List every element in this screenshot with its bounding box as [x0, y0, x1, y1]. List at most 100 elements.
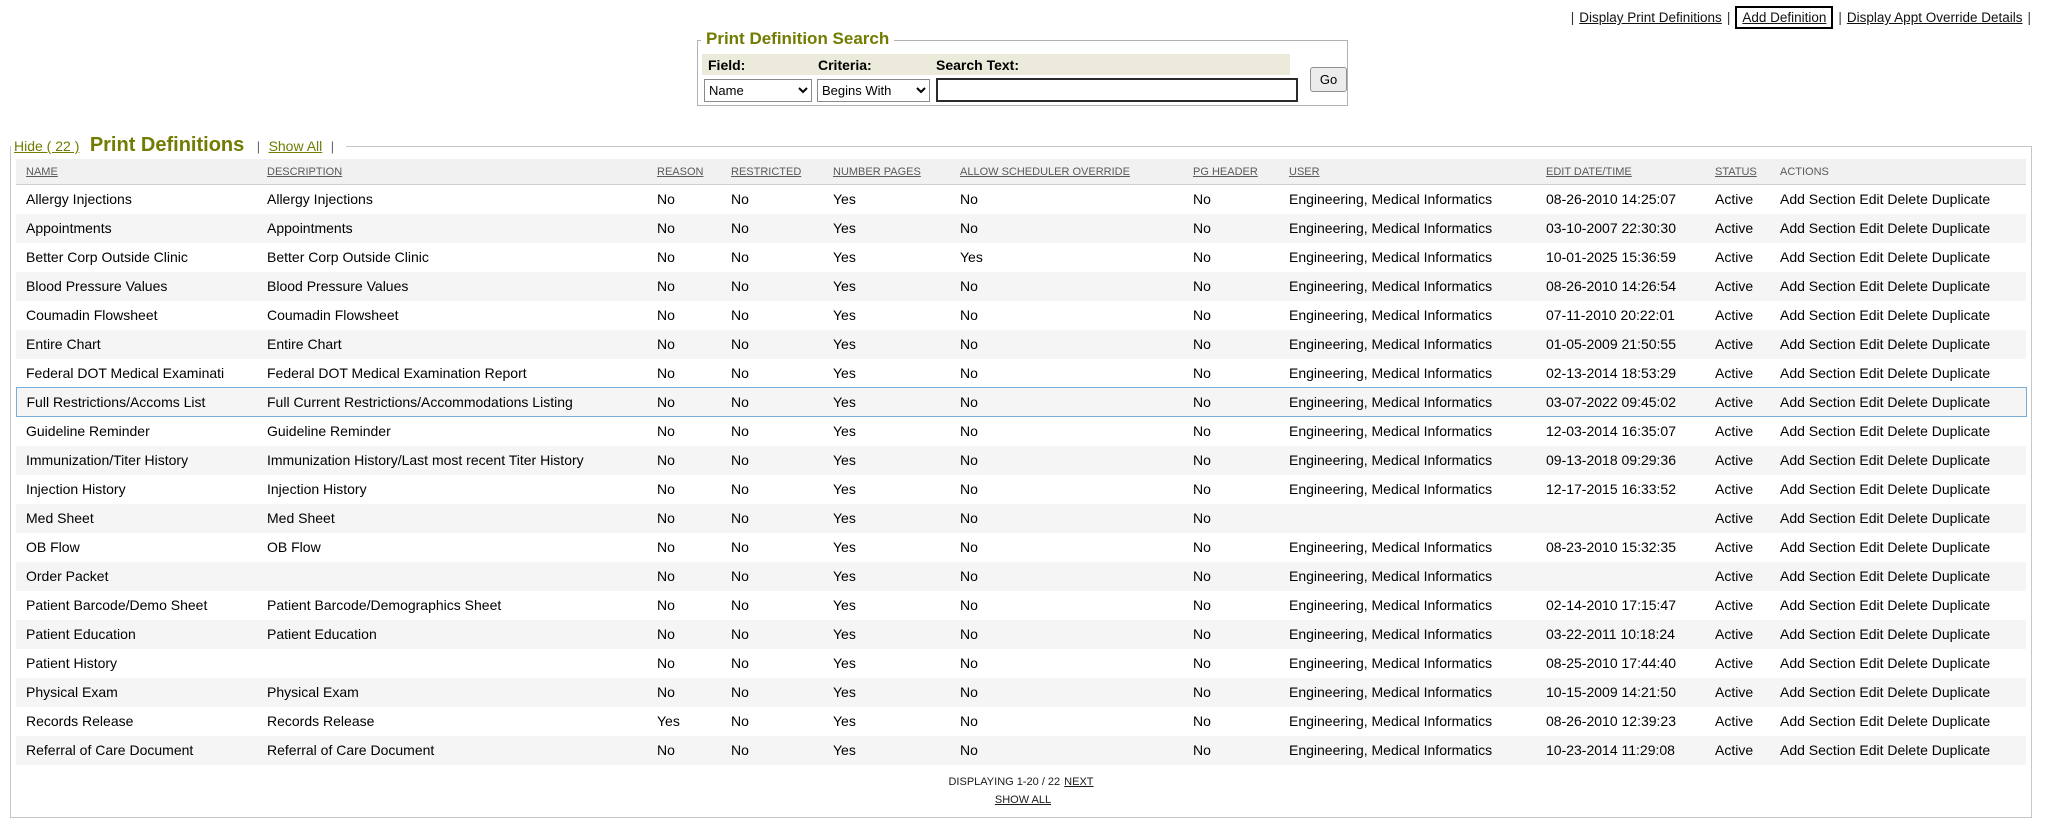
- column-header-number-pages[interactable]: NUMBER PAGES: [827, 159, 954, 185]
- action-duplicate-link[interactable]: Duplicate: [1932, 626, 1990, 642]
- action-add-section-link[interactable]: Add Section: [1780, 597, 1856, 613]
- go-button[interactable]: Go: [1310, 67, 1347, 92]
- action-duplicate-link[interactable]: Duplicate: [1932, 452, 1990, 468]
- hide-link[interactable]: Hide ( 22 ): [14, 138, 79, 154]
- action-delete-link[interactable]: Delete: [1887, 220, 1927, 236]
- action-edit-link[interactable]: Edit: [1859, 510, 1883, 526]
- column-header-restricted[interactable]: RESTRICTED: [725, 159, 827, 185]
- column-header-pg-header[interactable]: PG HEADER: [1187, 159, 1283, 185]
- display-print-definitions-link[interactable]: Display Print Definitions: [1579, 10, 1722, 25]
- action-duplicate-link[interactable]: Duplicate: [1932, 307, 1990, 323]
- action-duplicate-link[interactable]: Duplicate: [1932, 742, 1990, 758]
- action-delete-link[interactable]: Delete: [1887, 191, 1927, 207]
- action-duplicate-link[interactable]: Duplicate: [1932, 713, 1990, 729]
- column-header-status[interactable]: STATUS: [1709, 159, 1774, 185]
- action-duplicate-link[interactable]: Duplicate: [1932, 539, 1990, 555]
- action-add-section-link[interactable]: Add Section: [1780, 510, 1856, 526]
- action-edit-link[interactable]: Edit: [1859, 394, 1883, 410]
- action-delete-link[interactable]: Delete: [1887, 684, 1927, 700]
- action-add-section-link[interactable]: Add Section: [1780, 307, 1856, 323]
- action-edit-link[interactable]: Edit: [1859, 539, 1883, 555]
- action-delete-link[interactable]: Delete: [1887, 365, 1927, 381]
- action-add-section-link[interactable]: Add Section: [1780, 713, 1856, 729]
- action-delete-link[interactable]: Delete: [1887, 278, 1927, 294]
- action-add-section-link[interactable]: Add Section: [1780, 481, 1856, 497]
- action-delete-link[interactable]: Delete: [1887, 423, 1927, 439]
- action-add-section-link[interactable]: Add Section: [1780, 626, 1856, 642]
- action-duplicate-link[interactable]: Duplicate: [1932, 191, 1990, 207]
- next-link[interactable]: NEXT: [1064, 776, 1093, 788]
- action-delete-link[interactable]: Delete: [1887, 539, 1927, 555]
- column-header-edit-date-time[interactable]: EDIT DATE/TIME: [1540, 159, 1709, 185]
- action-add-section-link[interactable]: Add Section: [1780, 249, 1856, 265]
- action-edit-link[interactable]: Edit: [1859, 481, 1883, 497]
- action-duplicate-link[interactable]: Duplicate: [1932, 597, 1990, 613]
- action-delete-link[interactable]: Delete: [1887, 307, 1927, 323]
- action-delete-link[interactable]: Delete: [1887, 597, 1927, 613]
- action-edit-link[interactable]: Edit: [1859, 597, 1883, 613]
- search-text-input[interactable]: [936, 78, 1298, 102]
- action-duplicate-link[interactable]: Duplicate: [1932, 365, 1990, 381]
- action-add-section-link[interactable]: Add Section: [1780, 423, 1856, 439]
- action-delete-link[interactable]: Delete: [1887, 742, 1927, 758]
- action-delete-link[interactable]: Delete: [1887, 568, 1927, 584]
- action-delete-link[interactable]: Delete: [1887, 626, 1927, 642]
- action-delete-link[interactable]: Delete: [1887, 713, 1927, 729]
- criteria-select[interactable]: Begins With: [817, 79, 930, 102]
- action-edit-link[interactable]: Edit: [1859, 423, 1883, 439]
- action-add-section-link[interactable]: Add Section: [1780, 394, 1856, 410]
- action-add-section-link[interactable]: Add Section: [1780, 452, 1856, 468]
- action-duplicate-link[interactable]: Duplicate: [1932, 278, 1990, 294]
- action-edit-link[interactable]: Edit: [1859, 307, 1883, 323]
- field-select[interactable]: Name: [704, 79, 812, 102]
- action-edit-link[interactable]: Edit: [1859, 452, 1883, 468]
- action-edit-link[interactable]: Edit: [1859, 626, 1883, 642]
- display-appt-override-details-link[interactable]: Display Appt Override Details: [1847, 10, 2023, 25]
- show-all-pager-link[interactable]: SHOW ALL: [995, 794, 1051, 806]
- action-edit-link[interactable]: Edit: [1859, 655, 1883, 671]
- action-delete-link[interactable]: Delete: [1887, 452, 1927, 468]
- action-add-section-link[interactable]: Add Section: [1780, 684, 1856, 700]
- action-add-section-link[interactable]: Add Section: [1780, 365, 1856, 381]
- column-header-name[interactable]: NAME: [16, 159, 261, 185]
- column-header-allow-scheduler-override[interactable]: ALLOW SCHEDULER OVERRIDE: [954, 159, 1187, 185]
- action-add-section-link[interactable]: Add Section: [1780, 220, 1856, 236]
- action-duplicate-link[interactable]: Duplicate: [1932, 568, 1990, 584]
- column-header-user[interactable]: USER: [1283, 159, 1540, 185]
- action-add-section-link[interactable]: Add Section: [1780, 278, 1856, 294]
- action-edit-link[interactable]: Edit: [1859, 365, 1883, 381]
- action-delete-link[interactable]: Delete: [1887, 655, 1927, 671]
- action-delete-link[interactable]: Delete: [1887, 510, 1927, 526]
- action-add-section-link[interactable]: Add Section: [1780, 539, 1856, 555]
- action-edit-link[interactable]: Edit: [1859, 191, 1883, 207]
- action-add-section-link[interactable]: Add Section: [1780, 336, 1856, 352]
- action-edit-link[interactable]: Edit: [1859, 220, 1883, 236]
- action-edit-link[interactable]: Edit: [1859, 336, 1883, 352]
- add-definition-link[interactable]: Add Definition: [1735, 6, 1833, 29]
- action-duplicate-link[interactable]: Duplicate: [1932, 684, 1990, 700]
- action-add-section-link[interactable]: Add Section: [1780, 655, 1856, 671]
- action-duplicate-link[interactable]: Duplicate: [1932, 220, 1990, 236]
- action-edit-link[interactable]: Edit: [1859, 568, 1883, 584]
- action-add-section-link[interactable]: Add Section: [1780, 568, 1856, 584]
- action-duplicate-link[interactable]: Duplicate: [1932, 336, 1990, 352]
- action-delete-link[interactable]: Delete: [1887, 336, 1927, 352]
- action-edit-link[interactable]: Edit: [1859, 742, 1883, 758]
- action-edit-link[interactable]: Edit: [1859, 278, 1883, 294]
- action-duplicate-link[interactable]: Duplicate: [1932, 655, 1990, 671]
- action-edit-link[interactable]: Edit: [1859, 713, 1883, 729]
- action-delete-link[interactable]: Delete: [1887, 249, 1927, 265]
- column-header-description[interactable]: DESCRIPTION: [261, 159, 651, 185]
- show-all-link[interactable]: Show All: [269, 138, 323, 154]
- action-add-section-link[interactable]: Add Section: [1780, 191, 1856, 207]
- action-duplicate-link[interactable]: Duplicate: [1932, 510, 1990, 526]
- action-duplicate-link[interactable]: Duplicate: [1932, 423, 1990, 439]
- action-duplicate-link[interactable]: Duplicate: [1932, 481, 1990, 497]
- action-add-section-link[interactable]: Add Section: [1780, 742, 1856, 758]
- action-duplicate-link[interactable]: Duplicate: [1932, 249, 1990, 265]
- action-edit-link[interactable]: Edit: [1859, 684, 1883, 700]
- action-delete-link[interactable]: Delete: [1887, 394, 1927, 410]
- action-delete-link[interactable]: Delete: [1887, 481, 1927, 497]
- action-duplicate-link[interactable]: Duplicate: [1932, 394, 1990, 410]
- action-edit-link[interactable]: Edit: [1859, 249, 1883, 265]
